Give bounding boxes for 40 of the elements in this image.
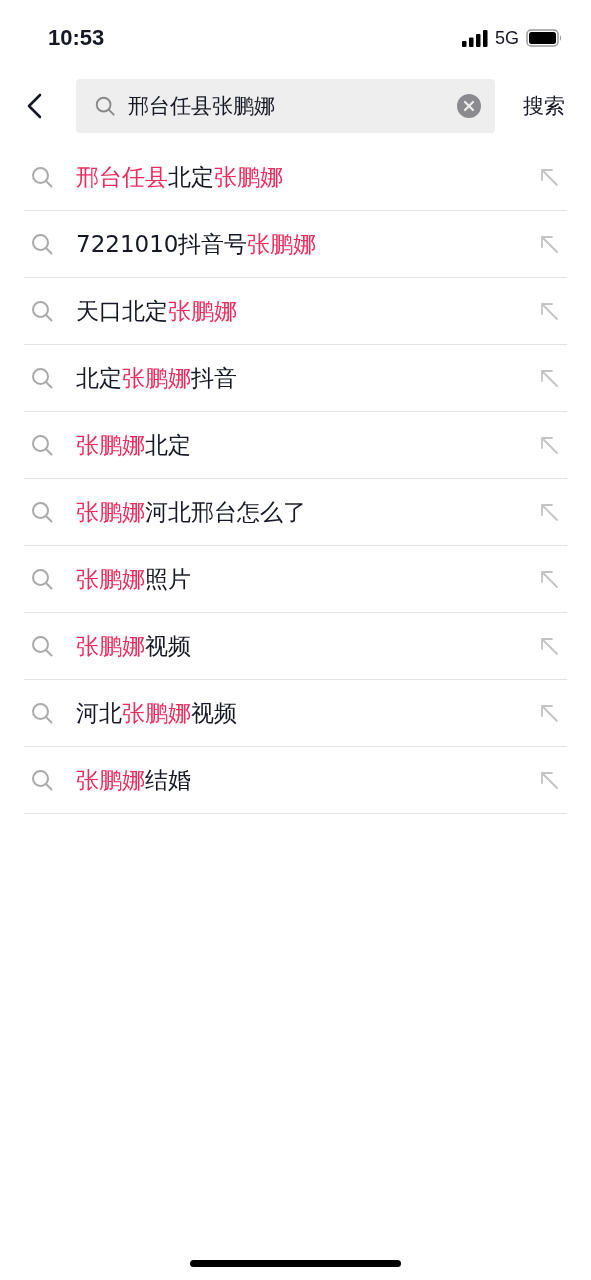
suggestion-text[interactable]: 7221010抖音号张鹏娜 (76, 228, 317, 260)
fill-in-arrow-icon[interactable] (539, 770, 559, 790)
suggestion-text[interactable]: 天口北定张鹏娜 (76, 295, 237, 327)
fill-in-arrow-icon[interactable] (539, 502, 559, 522)
suggestion-text[interactable]: 张鹏娜视频 (76, 630, 191, 662)
search-icon (30, 299, 54, 323)
suggestion-text[interactable]: 张鹏娜照片 (76, 563, 191, 595)
search-icon (30, 433, 54, 457)
search-icon (30, 500, 54, 524)
network-label: 5G (495, 27, 519, 49)
home-indicator[interactable] (190, 1260, 401, 1267)
fill-in-arrow-icon[interactable] (539, 234, 559, 254)
fill-in-arrow-icon[interactable] (539, 703, 559, 723)
suggestion-text[interactable]: 张鹏娜河北邢台怎么了 (76, 496, 306, 528)
search-button[interactable]: 搜索 (523, 92, 565, 120)
search-icon (30, 366, 54, 390)
suggestion-text[interactable]: 张鹏娜北定 (76, 429, 191, 461)
fill-in-arrow-icon[interactable] (539, 636, 559, 656)
fill-in-arrow-icon[interactable] (539, 301, 559, 321)
search-icon (30, 634, 54, 658)
search-icon (94, 95, 116, 117)
suggestion-text[interactable]: 张鹏娜结婚 (76, 764, 191, 796)
suggestion-text[interactable]: 河北张鹏娜视频 (76, 697, 237, 729)
search-icon (30, 165, 54, 189)
clear-icon[interactable] (457, 94, 481, 118)
search-icon (30, 701, 54, 725)
search-icon (30, 567, 54, 591)
battery-icon (526, 29, 563, 47)
search-icon (30, 232, 54, 256)
suggestion-text[interactable]: 北定张鹏娜抖音 (76, 362, 237, 394)
search-icon (30, 768, 54, 792)
fill-in-arrow-icon[interactable] (539, 167, 559, 187)
fill-in-arrow-icon[interactable] (539, 569, 559, 589)
back-icon[interactable] (26, 93, 42, 119)
suggestion-text[interactable]: 邢台任县北定张鹏娜 (76, 161, 283, 193)
search-field[interactable]: 邢台任县张鹏娜 (76, 79, 495, 133)
clock-time: 10:53 (48, 25, 106, 51)
fill-in-arrow-icon[interactable] (539, 435, 559, 455)
fill-in-arrow-icon[interactable] (539, 368, 559, 388)
signal-icon (462, 29, 488, 47)
